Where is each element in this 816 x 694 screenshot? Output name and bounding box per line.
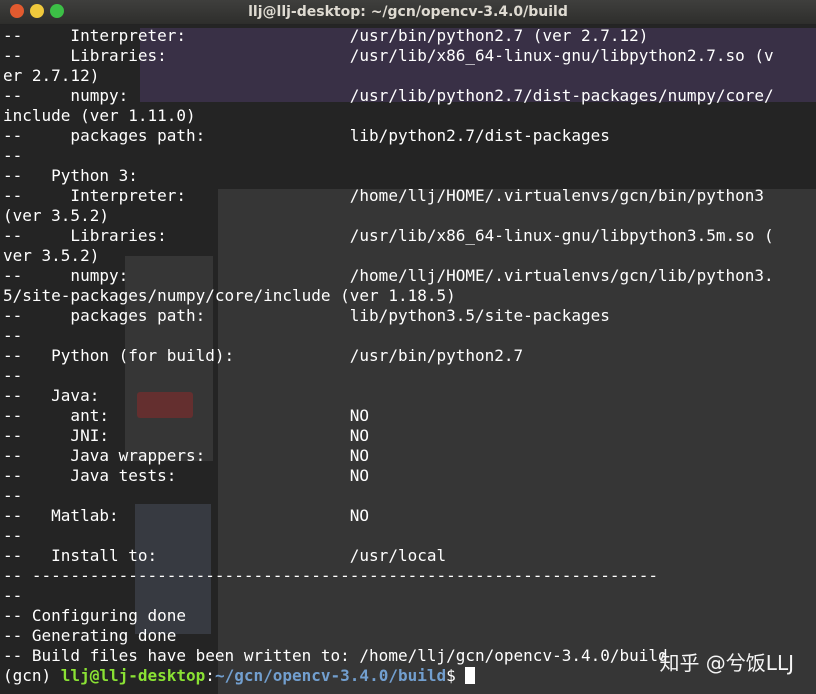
terminal-line: -- Java wrappers: NO: [3, 446, 370, 465]
terminal-line: ver 3.5.2): [3, 246, 100, 265]
text-cursor[interactable]: [465, 667, 476, 684]
terminal-line: -- Interpreter: /usr/bin/python2.7 (ver …: [3, 26, 649, 45]
terminal-area[interactable]: -- Interpreter: /usr/bin/python2.7 (ver …: [0, 24, 816, 694]
terminal-line: --: [3, 146, 23, 165]
terminal-line: -- Java:: [3, 386, 100, 405]
terminal-line: -- Python 3:: [3, 166, 138, 185]
terminal-line: -- numpy: /usr/lib/python2.7/dist-packag…: [3, 86, 774, 105]
terminal-line: -- Build files have been written to: /ho…: [3, 646, 668, 665]
terminal-line: --: [3, 526, 23, 545]
prompt-user-host: llj@llj-desktop: [60, 666, 206, 685]
terminal-line: -- packages path: lib/python3.5/site-pac…: [3, 306, 610, 325]
terminal-line: -- Java tests: NO: [3, 466, 370, 485]
terminal-line: -- Matlab: NO: [3, 506, 370, 525]
prompt-line[interactable]: (gcn) llj@llj-desktop:~/gcn/opencv-3.4.0…: [3, 666, 774, 686]
terminal-line: -- JNI: NO: [3, 426, 370, 445]
terminal-line: -- Interpreter: /home/llj/HOME/.virtuale…: [3, 186, 764, 205]
terminal-line: -- Python (for build): /usr/bin/python2.…: [3, 346, 524, 365]
terminal-line: -- Generating done: [3, 626, 177, 645]
terminal-line: --: [3, 326, 23, 345]
terminal-line: -- ant: NO: [3, 406, 370, 425]
terminal-line: -- -------------------------------------…: [3, 566, 659, 585]
terminal-line: -- Install to: /usr/local: [3, 546, 447, 565]
terminal-line: include (ver 1.11.0): [3, 106, 196, 125]
terminal-line: -- packages path: lib/python2.7/dist-pac…: [3, 126, 610, 145]
prompt-separator: :: [205, 666, 215, 685]
terminal-line: (ver 3.5.2): [3, 206, 109, 225]
title-bar[interactable]: llj@llj-desktop: ~/gcn/opencv-3.4.0/buil…: [0, 0, 816, 25]
terminal-line: -- numpy: /home/llj/HOME/.virtualenvs/gc…: [3, 266, 774, 285]
terminal-line: -- Libraries: /usr/lib/x86_64-linux-gnu/…: [3, 226, 774, 245]
terminal-line: er 2.7.12): [3, 66, 100, 85]
terminal-window: llj@llj-desktop: ~/gcn/opencv-3.4.0/buil…: [0, 0, 816, 694]
prompt-env: (gcn): [3, 666, 61, 685]
terminal-line: 5/site-packages/numpy/core/include (ver …: [3, 286, 456, 305]
terminal-line: -- Libraries: /usr/lib/x86_64-linux-gnu/…: [3, 46, 774, 65]
terminal-line: -- Configuring done: [3, 606, 187, 625]
prompt-path: ~/gcn/opencv-3.4.0/build: [214, 666, 447, 685]
window-title: llj@llj-desktop: ~/gcn/opencv-3.4.0/buil…: [248, 4, 568, 20]
prompt-symbol: $: [446, 666, 466, 685]
terminal-output: -- Interpreter: /usr/bin/python2.7 (ver …: [3, 26, 774, 686]
terminal-line: --: [3, 366, 23, 385]
terminal-line: --: [3, 486, 23, 505]
zhihu-watermark: 知乎 @兮饭LLJ: [659, 651, 794, 675]
terminal-line: --: [3, 586, 23, 605]
